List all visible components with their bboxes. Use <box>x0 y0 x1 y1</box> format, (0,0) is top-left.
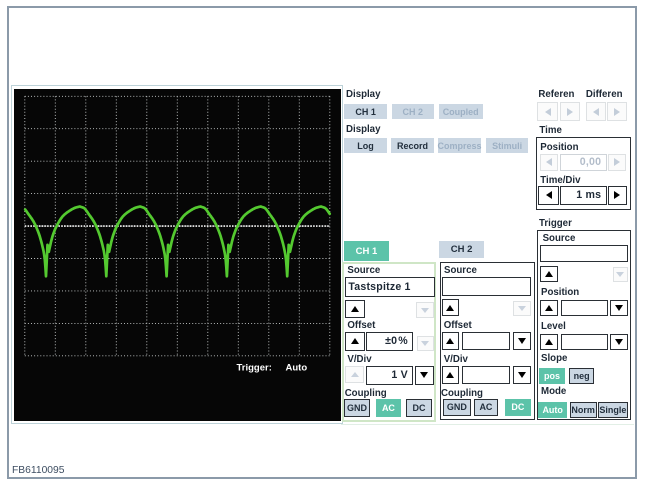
svg-text:Trigger:: Trigger: <box>236 362 271 373</box>
svg-text:Auto: Auto <box>285 362 307 373</box>
